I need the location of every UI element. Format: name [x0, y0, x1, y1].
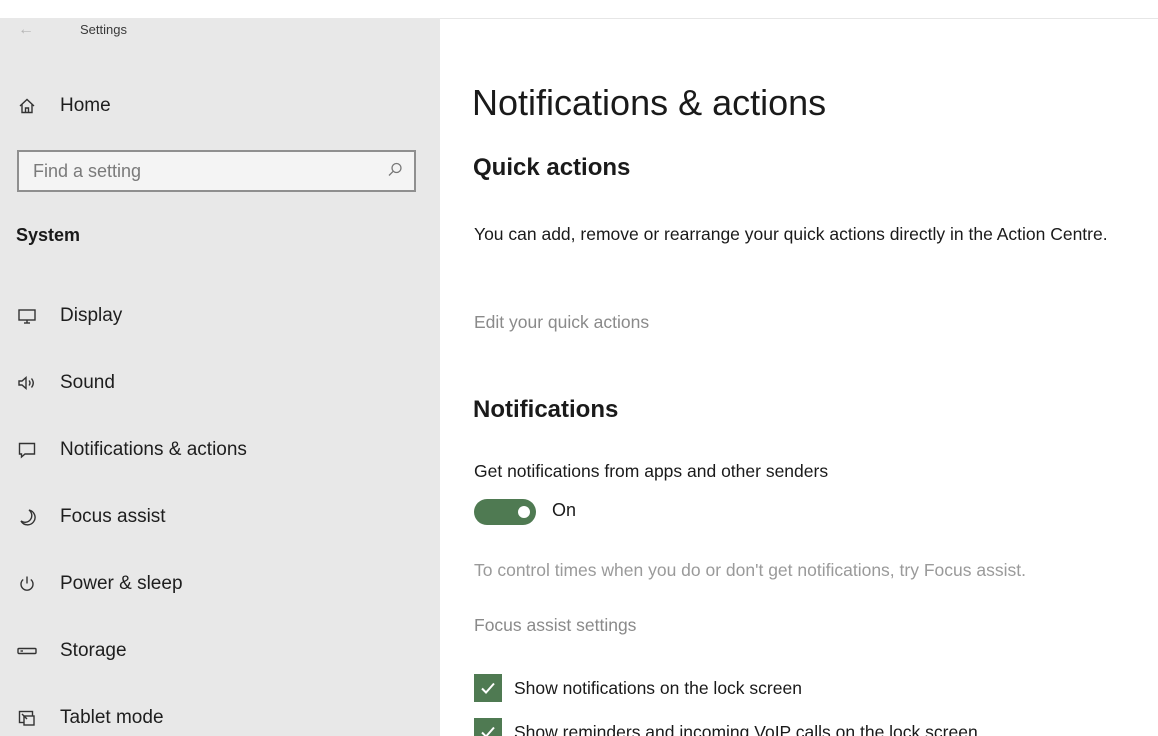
- edit-quick-actions-link[interactable]: Edit your quick actions: [474, 312, 649, 333]
- display-icon: [16, 305, 38, 327]
- checkmark-icon: [481, 682, 495, 694]
- quick-actions-description: You can add, remove or rearrange your qu…: [474, 224, 1108, 244]
- sidebar-item-label: Notifications & actions: [60, 439, 247, 460]
- sidebar-item-label: Tablet mode: [60, 707, 164, 728]
- sidebar-item-power-sleep[interactable]: Power & sleep: [16, 569, 426, 636]
- sidebar-section-heading: System: [16, 225, 81, 245]
- sidebar-item-label: Sound: [60, 372, 115, 393]
- checkbox-checked[interactable]: [474, 674, 502, 702]
- sidebar-item-label: Display: [60, 305, 123, 326]
- sidebar-item-display[interactable]: Display: [16, 301, 426, 368]
- moon-icon: [16, 506, 38, 528]
- window-top-edge: [0, 0, 1158, 19]
- quick-actions-heading: Quick actions: [473, 154, 631, 181]
- search-box: [17, 150, 416, 192]
- get-notifications-label: Get notifications from apps and other se…: [474, 461, 829, 481]
- sidebar-item-storage[interactable]: Storage: [16, 636, 426, 703]
- notifications-heading: Notifications: [473, 396, 619, 423]
- home-icon: [16, 95, 38, 117]
- sidebar-item-sound[interactable]: Sound: [16, 368, 426, 435]
- settings-window: ← Settings Home System: [0, 0, 1158, 736]
- page-title: Notifications & actions: [472, 82, 827, 123]
- sidebar-item-label: Storage: [60, 640, 127, 661]
- lock-screen-reminders-checkbox-row[interactable]: Show reminders and incoming VoIP calls o…: [474, 718, 978, 736]
- toggle-state-label: On: [552, 500, 577, 520]
- main-content: Notifications & actions Quick actions Yo…: [440, 18, 1158, 736]
- sidebar-item-label: Focus assist: [60, 506, 166, 527]
- sidebar-item-focus-assist[interactable]: Focus assist: [16, 502, 426, 569]
- power-icon: [16, 573, 38, 595]
- sidebar-item-label: Home: [60, 95, 111, 116]
- tablet-icon: [16, 707, 38, 729]
- sidebar-item-label: Power & sleep: [60, 573, 183, 594]
- lock-screen-notifications-checkbox-row[interactable]: Show notifications on the lock screen: [474, 674, 802, 702]
- sidebar-nav-list: Display Sound Notifications & actions Fo…: [16, 301, 426, 736]
- sidebar-item-tablet-mode[interactable]: Tablet mode: [16, 703, 426, 736]
- storage-icon: [16, 640, 38, 662]
- sidebar: ← Settings Home System: [0, 18, 440, 736]
- back-arrow-icon[interactable]: ←: [18, 21, 34, 39]
- checkbox-label: Show notifications on the lock screen: [514, 677, 802, 698]
- focus-assist-settings-link[interactable]: Focus assist settings: [474, 615, 636, 636]
- focus-assist-hint: To control times when you do or don't ge…: [474, 560, 1026, 580]
- checkmark-icon: [481, 726, 495, 736]
- toggle-knob: [518, 506, 530, 518]
- notification-icon: [16, 439, 38, 461]
- speaker-icon: [16, 372, 38, 394]
- checkbox-label: Show reminders and incoming VoIP calls o…: [514, 721, 978, 736]
- sidebar-item-notifications[interactable]: Notifications & actions: [16, 435, 426, 502]
- notifications-toggle[interactable]: [474, 499, 536, 525]
- checkbox-checked[interactable]: [474, 718, 502, 736]
- sidebar-item-home[interactable]: Home: [16, 91, 111, 121]
- app-title: Settings: [80, 22, 127, 37]
- search-input[interactable]: [19, 152, 393, 190]
- search-icon[interactable]: [386, 161, 404, 179]
